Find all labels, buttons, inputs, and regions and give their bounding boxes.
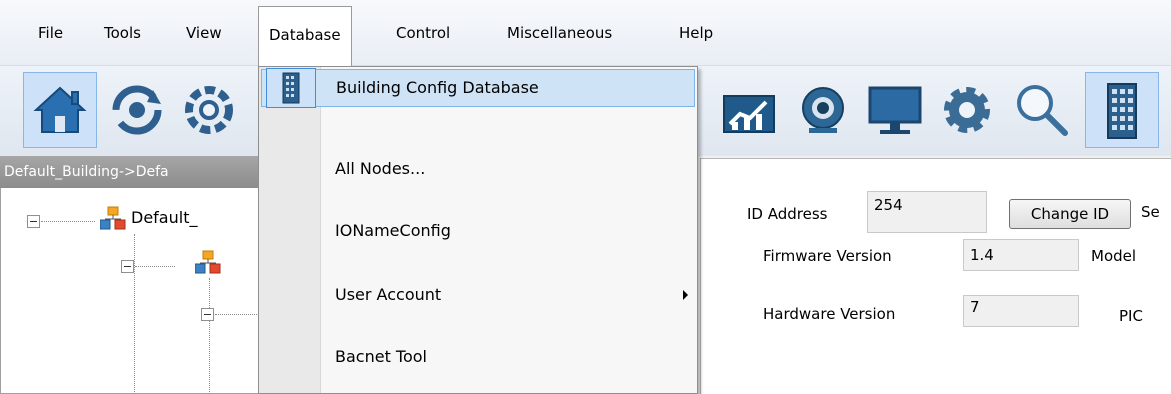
menu-miscellaneous[interactable]: Miscellaneous	[507, 20, 612, 46]
sync-button[interactable]	[100, 72, 174, 148]
monitor-icon	[868, 86, 922, 134]
search-button[interactable]	[1005, 72, 1079, 148]
menu-help[interactable]: Help	[679, 20, 713, 46]
menu-item-label: All Nodes...	[335, 159, 426, 178]
breadcrumb: Default_Building->Defa	[0, 156, 260, 188]
pic-label: PIC	[1119, 307, 1143, 325]
tree-collapse-toggle[interactable]	[27, 215, 40, 228]
submenu-arrow-icon	[683, 290, 688, 300]
webcam-button[interactable]	[786, 72, 860, 148]
firmware-version-label: Firmware Version	[763, 247, 892, 265]
sync-icon	[112, 85, 162, 135]
settings-gear-button[interactable]	[930, 72, 1004, 148]
network-icon	[194, 250, 221, 274]
model-label: Model	[1091, 247, 1137, 265]
menu-control[interactable]: Control	[396, 20, 450, 46]
monitor-button[interactable]	[858, 72, 932, 148]
settings-gear-icon	[944, 87, 990, 133]
menu-bar: File Tools View Database Control Miscell…	[0, 0, 1171, 66]
building-tree: Default_	[0, 188, 300, 394]
change-id-button[interactable]: Change ID	[1009, 199, 1131, 229]
menu-item-label: User Account	[335, 285, 442, 304]
menu-item-building-config-database[interactable]: Building Config Database	[261, 68, 695, 108]
search-icon	[1017, 85, 1068, 136]
building-button[interactable]	[1085, 72, 1159, 148]
menu-item-bacnet-tool[interactable]: Bacnet Tool	[259, 337, 697, 394]
menu-tools[interactable]: Tools	[104, 20, 141, 46]
menu-item-all-nodes[interactable]: All Nodes...	[259, 149, 697, 209]
menu-item-label: Building Config Database	[336, 78, 539, 97]
tree-collapse-toggle[interactable]	[201, 308, 214, 321]
tree-connector	[215, 314, 259, 315]
menu-view[interactable]: View	[186, 20, 222, 46]
menu-item-user-account[interactable]: User Account	[259, 275, 697, 335]
network-icon	[99, 206, 126, 230]
refresh-gear-button[interactable]	[172, 72, 246, 148]
building-icon	[266, 68, 316, 108]
tree-connector	[134, 234, 135, 394]
chart-button[interactable]	[712, 72, 786, 148]
refresh-gear-icon	[185, 86, 233, 134]
building-icon	[1107, 83, 1137, 139]
hardware-version-field: 7	[963, 295, 1079, 327]
menu-item-ionameconfig[interactable]: IONameConfig	[259, 211, 697, 271]
firmware-version-field: 1.4	[963, 239, 1079, 271]
tree-connector	[209, 278, 210, 394]
tree-collapse-toggle[interactable]	[121, 260, 134, 273]
webcam-icon	[802, 87, 844, 133]
id-address-label: ID Address	[747, 205, 828, 223]
menu-database[interactable]: Database	[258, 6, 352, 66]
hardware-version-label: Hardware Version	[763, 305, 896, 323]
chart-icon	[723, 95, 775, 133]
menu-item-label: IONameConfig	[335, 221, 451, 240]
id-address-field[interactable]: 254	[867, 191, 987, 233]
tree-root-label[interactable]: Default_	[131, 208, 197, 227]
tree-connector	[135, 266, 175, 267]
tree-connector	[41, 221, 95, 222]
device-info-panel: ID Address 254 Change ID Se Firmware Ver…	[700, 158, 1171, 394]
home-button[interactable]	[23, 72, 97, 148]
menu-file[interactable]: File	[38, 20, 63, 46]
database-menu-dropdown: Building Config Database All Nodes... IO…	[258, 66, 698, 394]
se-label: Se	[1141, 203, 1160, 221]
home-icon	[33, 86, 87, 133]
menu-item-label: Bacnet Tool	[335, 347, 427, 366]
